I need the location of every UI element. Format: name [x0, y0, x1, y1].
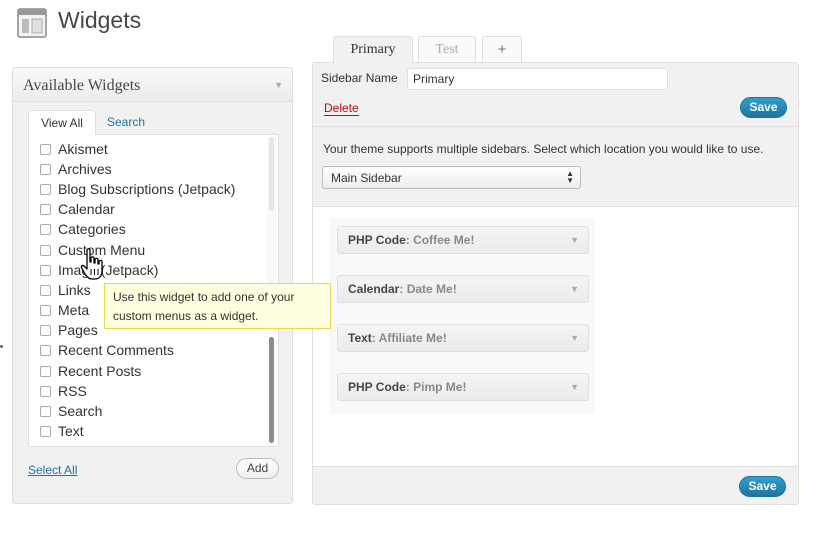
widget-title: : Date Me! — [399, 282, 457, 296]
widget-name: PHP Code — [348, 380, 406, 394]
tab-test[interactable]: Test — [418, 36, 476, 63]
widget-name: Text — [348, 331, 372, 345]
checkbox[interactable] — [40, 183, 51, 195]
checkbox[interactable] — [40, 324, 51, 336]
list-item-text[interactable]: Text — [40, 422, 84, 440]
list-item-label: RSS — [58, 383, 87, 399]
checkbox[interactable] — [40, 223, 51, 235]
widget-name: Calendar — [348, 282, 400, 296]
tab-search[interactable]: Search — [107, 115, 145, 129]
location-select[interactable]: Main Sidebar ▲ ▼ — [322, 166, 581, 189]
list-item-rss[interactable]: RSS — [40, 382, 87, 400]
list-item-label: Archives — [58, 161, 112, 177]
list-item-search[interactable]: Search — [40, 402, 102, 420]
list-item-categories[interactable]: Categories — [40, 220, 126, 238]
checkbox[interactable] — [40, 365, 51, 377]
checkbox[interactable] — [40, 284, 51, 296]
checkbox[interactable] — [40, 203, 51, 215]
checkbox[interactable] — [40, 405, 51, 417]
save-button-top[interactable]: Save — [740, 97, 787, 118]
save-button-bottom[interactable]: Save — [739, 476, 786, 497]
list-item-label: Blog Subscriptions (Jetpack) — [58, 181, 236, 197]
list-item-akismet[interactable]: Akismet — [40, 140, 108, 158]
list-item-label: Categories — [58, 221, 126, 237]
tab-primary[interactable]: Primary — [333, 36, 413, 64]
collapse-arrow-icon[interactable]: ▼ — [274, 80, 283, 90]
widget-name: PHP Code — [348, 233, 406, 247]
widget-expand-icon[interactable]: ▼ — [570, 276, 579, 302]
available-widgets-title: Available Widgets — [23, 77, 141, 94]
location-description: Your theme supports multiple sidebars. S… — [323, 142, 764, 156]
sidebar-widget-php-code-coffee[interactable]: PHP Code: Coffee Me! ▼ — [337, 226, 589, 254]
checkbox[interactable] — [40, 264, 51, 276]
list-item-blog-subscriptions[interactable]: Blog Subscriptions (Jetpack) — [40, 180, 235, 198]
list-item-calendar[interactable]: Calendar — [40, 200, 115, 218]
checkbox[interactable] — [40, 244, 51, 256]
widget-expand-icon[interactable]: ▼ — [570, 227, 579, 253]
widget-expand-icon[interactable]: ▼ — [570, 325, 579, 351]
checkbox[interactable] — [40, 304, 51, 316]
checkbox[interactable] — [40, 163, 51, 175]
delete-link[interactable]: Delete — [324, 101, 359, 116]
list-item-recent-posts[interactable]: Recent Posts — [40, 362, 141, 380]
add-sidebar-tab[interactable]: + — [482, 36, 522, 63]
sidebar-widget-text-affiliate[interactable]: Text: Affiliate Me! ▼ — [337, 324, 589, 352]
list-item-label: Links — [58, 282, 91, 298]
hand-cursor-icon — [80, 248, 103, 280]
list-item-meta[interactable]: Meta — [40, 301, 89, 319]
list-item-archives[interactable]: Archives — [40, 160, 112, 178]
list-item-pages[interactable]: Pages — [40, 321, 98, 339]
checkbox[interactable] — [40, 425, 51, 437]
sidebar-widget-php-code-pimp[interactable]: PHP Code: Pimp Me! ▼ — [337, 373, 589, 401]
list-item-label: Text — [58, 423, 84, 439]
tooltip: Use this widget to add one of your custo… — [104, 283, 331, 329]
location-select-value: Main Sidebar — [331, 171, 402, 185]
sidebar-name-label: Sidebar Name — [321, 71, 398, 85]
add-button[interactable]: Add — [236, 458, 279, 479]
list-item-label: Calendar — [58, 201, 115, 217]
checkbox[interactable] — [40, 344, 51, 356]
list-item-label: Recent Posts — [58, 363, 142, 379]
widget-title: : Pimp Me! — [405, 380, 467, 394]
checkbox[interactable] — [40, 143, 51, 155]
list-item-label: Meta — [58, 302, 90, 318]
widget-title: : Affiliate Me! — [371, 331, 447, 345]
sidebar-footer-bar — [313, 466, 798, 504]
list-item-recent-comments[interactable]: Recent Comments — [40, 341, 174, 359]
list-item-label: Pages — [58, 322, 98, 338]
edge-dot — [0, 345, 3, 348]
sidebar-name-input[interactable] — [407, 68, 668, 90]
checkbox[interactable] — [40, 385, 51, 397]
list-item-label: Image (Jetpack) — [58, 262, 159, 278]
select-all-link[interactable]: Select All — [28, 463, 77, 477]
sidebar-widget-calendar-date[interactable]: Calendar: Date Me! ▼ — [337, 275, 589, 303]
tab-view-all[interactable]: View All — [28, 110, 96, 135]
list-item-label: Akismet — [58, 141, 108, 157]
page-title: Widgets — [58, 7, 142, 33]
widget-expand-icon[interactable]: ▼ — [570, 374, 579, 400]
list-item-label: Recent Comments — [58, 342, 174, 358]
list-item-links[interactable]: Links — [40, 281, 91, 299]
widget-title: : Coffee Me! — [405, 233, 475, 247]
list-item-label: Search — [58, 403, 103, 419]
scrollbar-track-top — [269, 137, 274, 211]
widgets-page-icon — [17, 8, 47, 38]
select-arrows-icon: ▲ ▼ — [566, 169, 574, 185]
available-widgets-header[interactable]: Available Widgets ▼ — [13, 68, 292, 102]
scrollbar-thumb[interactable] — [269, 337, 274, 443]
